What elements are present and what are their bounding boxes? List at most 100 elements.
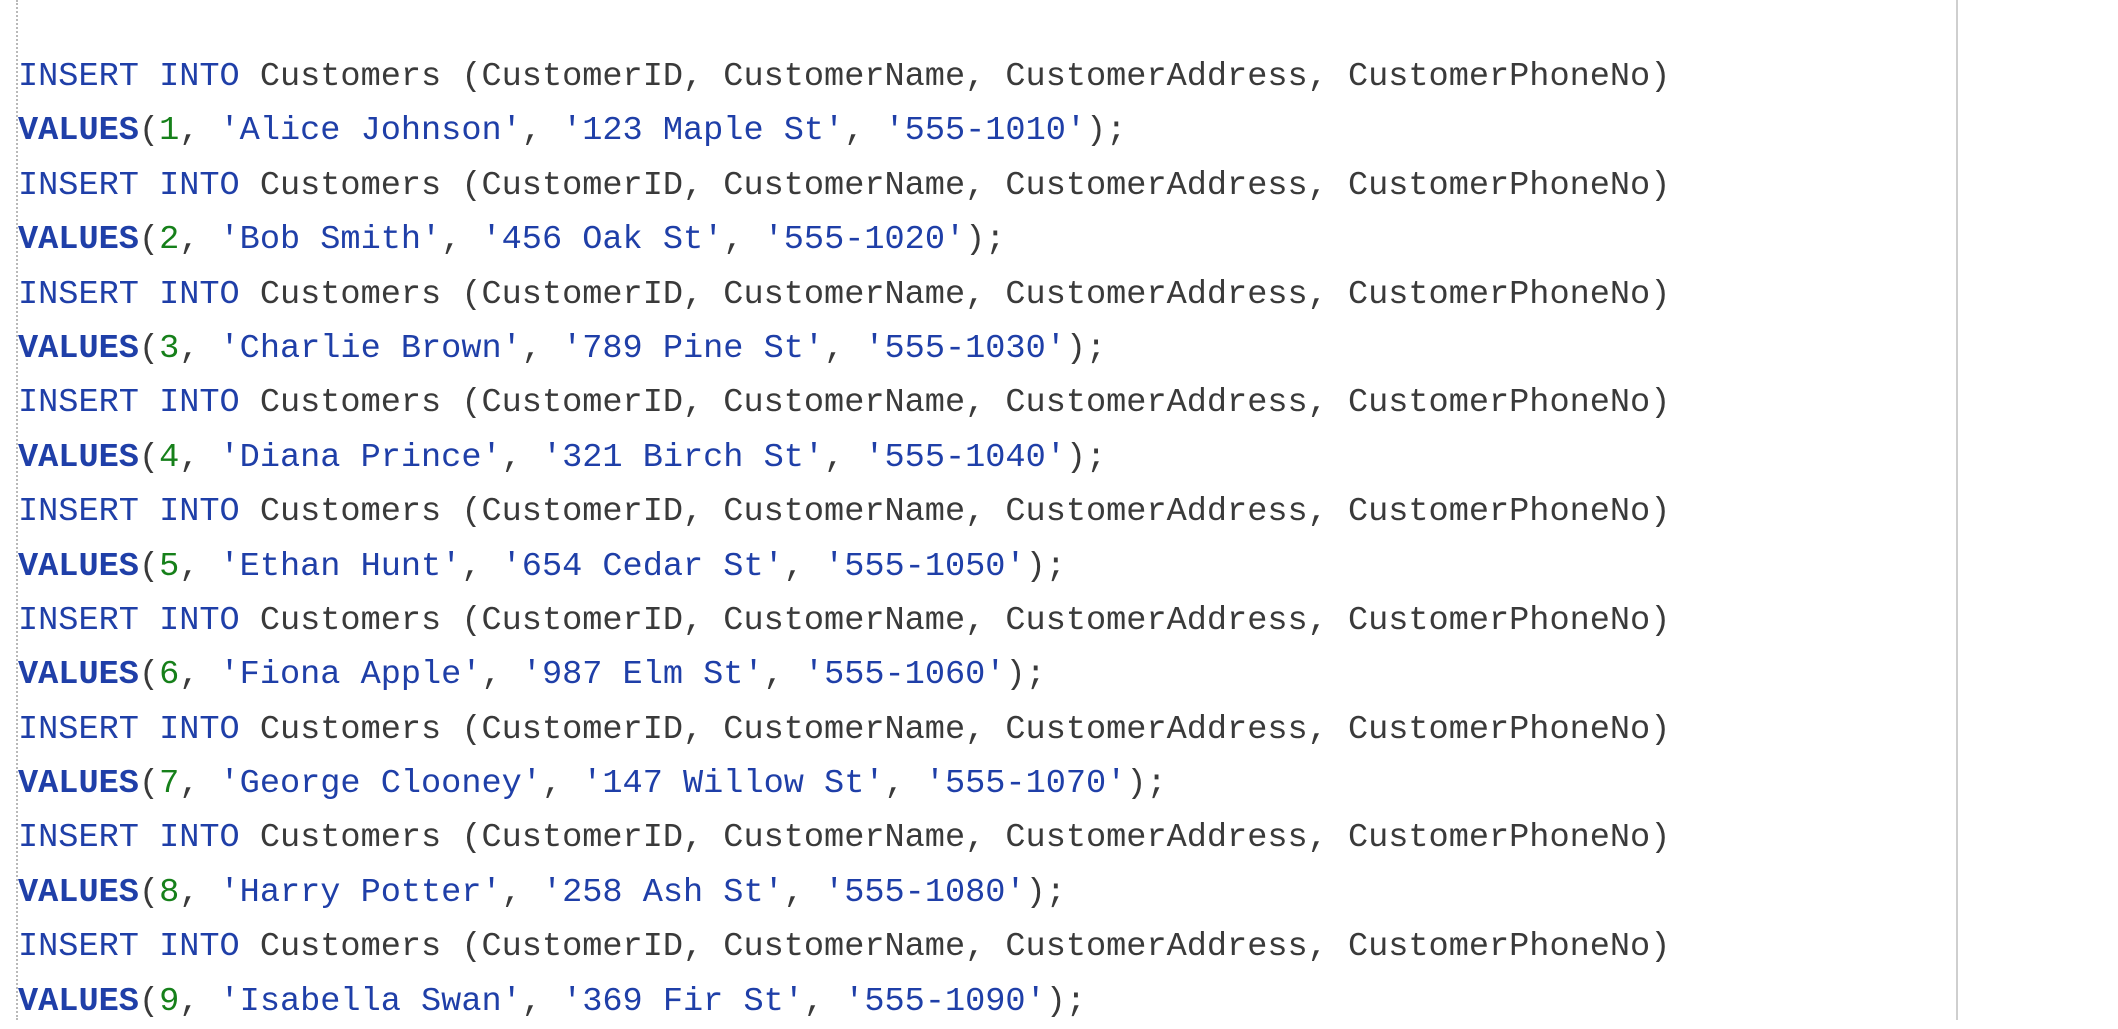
code-line[interactable]: INSERT INTO Customers (CustomerID, Custo… [18, 920, 1670, 974]
table-name: Customers [259, 601, 442, 640]
punctuation: , [723, 221, 764, 260]
punctuation: ); [1126, 765, 1167, 804]
column-list: (CustomerID, CustomerName, CustomerAddre… [461, 275, 1671, 314]
code-line[interactable]: INSERT INTO Customers (CustomerID, Custo… [18, 485, 1670, 539]
table-name: Customers [259, 493, 442, 532]
code-line[interactable]: VALUES(4, 'Diana Prince', '321 Birch St'… [18, 431, 1670, 485]
string-literal: '123 Maple St' [562, 112, 845, 151]
string-literal: '555-1040' [864, 438, 1066, 477]
number-literal: 4 [159, 438, 180, 477]
sql-keyword: INSERT [18, 710, 139, 749]
punctuation: , [763, 656, 804, 695]
string-literal: '555-1020' [763, 221, 966, 260]
sql-keyword: INSERT [18, 601, 139, 640]
string-literal: 'Ethan Hunt' [219, 547, 462, 586]
string-literal: 'Diana Prince' [219, 438, 502, 477]
right-margin-guide [1956, 0, 1958, 1020]
code-line[interactable]: INSERT INTO Customers (CustomerID, Custo… [18, 594, 1670, 648]
sql-keyword: INTO [159, 58, 240, 96]
code-line[interactable]: VALUES(3, 'Charlie Brown', '789 Pine St'… [18, 322, 1670, 376]
string-literal: '456 Oak St' [481, 221, 724, 260]
code-line[interactable]: INSERT INTO Customers (CustomerID, Custo… [18, 159, 1670, 213]
string-literal: 'Harry Potter' [219, 873, 502, 912]
code-line[interactable]: INSERT INTO Customers (CustomerID, Custo… [18, 50, 1670, 104]
code-line[interactable]: INSERT INTO Customers (CustomerID, Custo… [18, 268, 1670, 322]
table-name: Customers [259, 819, 442, 858]
punctuation: ); [1065, 438, 1107, 477]
punctuation: ( [138, 982, 160, 1021]
punctuation: , [521, 329, 563, 368]
string-literal: 'George Clooney' [219, 765, 542, 804]
sql-keyword: INTO [159, 493, 240, 532]
code-line[interactable]: VALUES(6, 'Fiona Apple', '987 Elm St', '… [18, 648, 1670, 702]
punctuation: ); [965, 221, 1006, 260]
punctuation: , [824, 438, 865, 477]
punctuation: , [803, 982, 845, 1021]
code-line[interactable]: INSERT INTO Customers (CustomerID, Custo… [18, 376, 1670, 430]
table-name: Customers [259, 166, 442, 205]
punctuation: , [481, 656, 522, 695]
code-line[interactable]: VALUES(9, 'Isabella Swan', '369 Fir St',… [18, 975, 1670, 1029]
punctuation: ); [1025, 547, 1066, 586]
column-list: (CustomerID, CustomerName, CustomerAddre… [461, 819, 1671, 858]
punctuation: , [179, 765, 220, 804]
punctuation: , [884, 765, 925, 804]
column-list: (CustomerID, CustomerName, CustomerAddre… [461, 710, 1671, 749]
code-line[interactable]: VALUES(2, 'Bob Smith', '456 Oak St', '55… [18, 213, 1670, 267]
number-literal: 5 [159, 547, 180, 586]
code-line[interactable]: VALUES(8, 'Harry Potter', '258 Ash St', … [18, 866, 1670, 920]
code-line[interactable]: VALUES(5, 'Ethan Hunt', '654 Cedar St', … [18, 540, 1670, 594]
punctuation: ( [138, 112, 160, 151]
punctuation: , [179, 656, 220, 695]
string-literal: 'Isabella Swan' [219, 982, 522, 1021]
sql-keyword: VALUES [18, 982, 139, 1021]
punctuation: ); [1025, 873, 1066, 912]
table-name: Customers [259, 275, 442, 314]
number-literal: 9 [159, 982, 180, 1021]
string-literal: '555-1060' [803, 656, 1006, 695]
punctuation: ( [138, 221, 160, 260]
sql-keyword: VALUES [18, 547, 139, 586]
string-literal: '321 Birch St' [541, 438, 825, 477]
punctuation: , [501, 438, 542, 477]
sql-keyword: INSERT [18, 166, 139, 205]
punctuation: ( [138, 438, 160, 477]
string-literal: '258 Ash St' [541, 873, 784, 912]
string-literal: 'Alice Johnson' [219, 112, 522, 151]
code-area[interactable]: INSERT INTO Customers (CustomerID, Custo… [18, 50, 1670, 1029]
string-literal: '555-1030' [864, 329, 1066, 368]
sql-keyword: VALUES [18, 112, 139, 151]
code-line[interactable]: INSERT INTO Customers (CustomerID, Custo… [18, 811, 1670, 865]
punctuation: ); [1065, 329, 1107, 368]
punctuation: ( [138, 329, 160, 368]
code-line[interactable]: VALUES(7, 'George Clooney', '147 Willow … [18, 757, 1670, 811]
sql-keyword: INTO [159, 601, 240, 640]
punctuation: ( [138, 765, 160, 804]
sql-keyword: INSERT [18, 275, 139, 314]
punctuation: , [179, 873, 220, 912]
number-literal: 8 [159, 873, 180, 912]
punctuation: ); [1045, 982, 1087, 1021]
code-line[interactable]: VALUES(1, 'Alice Johnson', '123 Maple St… [18, 104, 1670, 158]
sql-editor[interactable]: INSERT INTO Customers (CustomerID, Custo… [0, 0, 2118, 1021]
punctuation: ( [138, 547, 160, 586]
string-literal: '369 Fir St' [562, 982, 804, 1021]
string-literal: '555-1090' [844, 982, 1046, 1021]
string-literal: 'Fiona Apple' [219, 656, 482, 695]
sql-keyword: INTO [159, 819, 240, 858]
punctuation: , [521, 982, 563, 1021]
code-line[interactable]: INSERT INTO Customers (CustomerID, Custo… [18, 703, 1670, 757]
string-literal: '555-1010' [884, 112, 1087, 151]
